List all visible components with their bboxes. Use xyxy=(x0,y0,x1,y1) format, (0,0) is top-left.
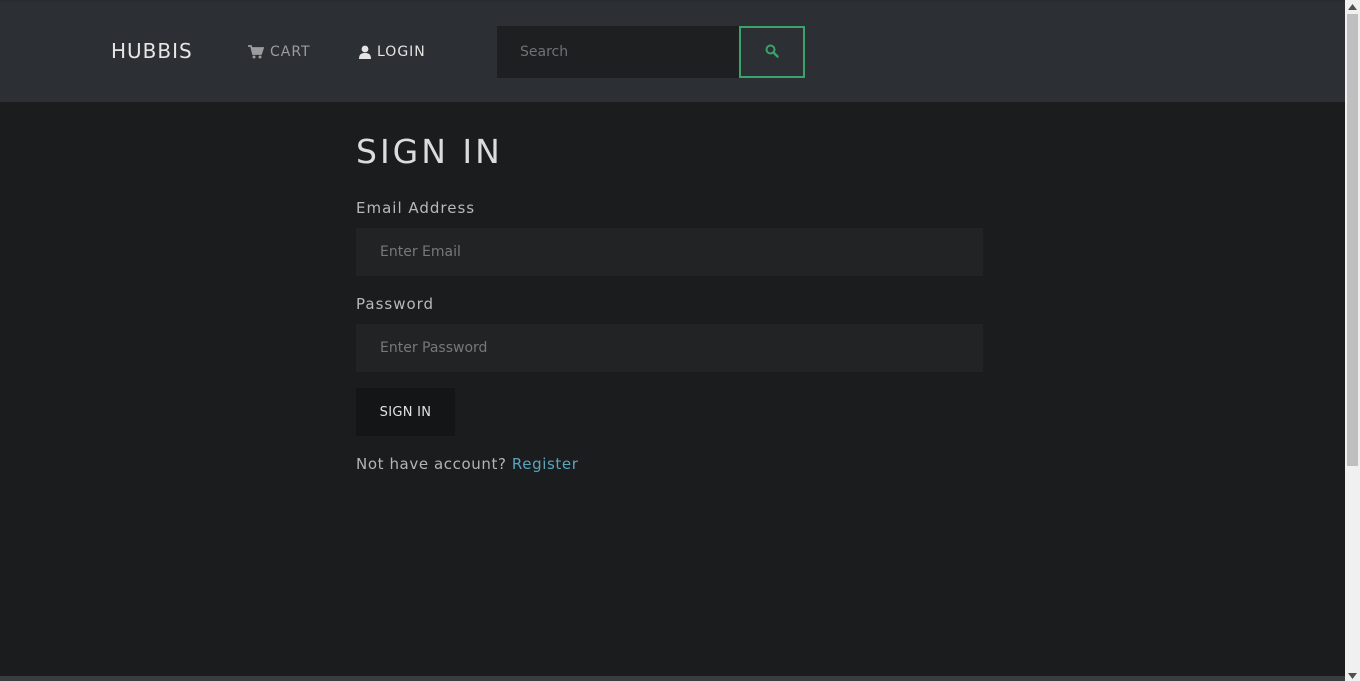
scroll-down-arrow-icon[interactable] xyxy=(1345,671,1360,681)
brand-logo[interactable]: HUBBIS xyxy=(111,39,193,63)
register-link[interactable]: Register xyxy=(512,455,579,473)
register-prompt-text: Not have account? xyxy=(356,455,507,473)
user-icon xyxy=(359,45,371,59)
search-button[interactable] xyxy=(739,26,805,78)
email-field[interactable] xyxy=(356,228,983,276)
scrollbar-thumb[interactable] xyxy=(1347,14,1358,466)
page-title: SIGN IN xyxy=(356,132,503,171)
search-icon xyxy=(765,43,779,62)
nav-login-label: LOGIN xyxy=(377,44,426,60)
email-label: Email Address xyxy=(356,199,476,217)
sign-in-button[interactable]: SIGN IN xyxy=(356,388,455,436)
page-viewport: HUBBIS CART LOGIN Search SIGN IN Email A… xyxy=(0,0,1345,681)
shopping-cart-icon xyxy=(248,45,264,59)
password-label: Password xyxy=(356,295,435,313)
register-prompt-line: Not have account? Register xyxy=(356,455,578,473)
page-bottom-edge xyxy=(0,676,1345,681)
search-input[interactable] xyxy=(497,26,739,78)
nav-login-link[interactable]: LOGIN xyxy=(359,44,426,60)
nav-cart-link[interactable]: CART xyxy=(248,44,311,60)
password-field[interactable] xyxy=(356,324,983,372)
vertical-scrollbar[interactable] xyxy=(1345,0,1360,681)
nav-cart-label: CART xyxy=(270,44,311,60)
top-navbar: HUBBIS CART LOGIN xyxy=(0,2,1345,102)
scroll-up-arrow-icon[interactable] xyxy=(1345,2,1360,12)
